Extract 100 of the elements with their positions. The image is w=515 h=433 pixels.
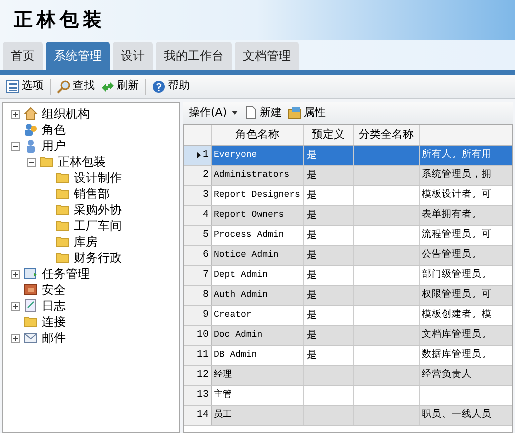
window-icon bbox=[24, 267, 38, 281]
expand-toggle[interactable] bbox=[11, 302, 20, 310]
table-cell: Report Owners bbox=[212, 206, 304, 225]
tree-item[interactable]: 正林包装 bbox=[58, 156, 106, 168]
table-row[interactable]: 14 员工 职员、一线人员 bbox=[184, 406, 512, 426]
table-row[interactable]: 6 Notice Admin 是 公告管理员。 bbox=[184, 246, 512, 266]
toolbar-button[interactable]: 选项 bbox=[6, 78, 44, 95]
tree-item[interactable]: 设计制作 bbox=[74, 172, 122, 184]
table-cell-text: 经营负责人 bbox=[422, 368, 472, 382]
tab[interactable]: 首页 bbox=[3, 42, 43, 70]
table-cell: Administrators bbox=[212, 166, 304, 185]
row-number: 3 bbox=[184, 186, 212, 205]
folder-icon bbox=[56, 187, 70, 201]
table-cell: Notice Admin bbox=[212, 246, 304, 265]
tree-item[interactable]: 采购外协 bbox=[74, 204, 122, 216]
table-row[interactable]: 11 DB Admin 是 数据库管理员。 bbox=[184, 346, 512, 366]
folder-icon bbox=[56, 219, 70, 233]
table-cell-text: 是 bbox=[307, 209, 317, 223]
table-cell: Doc Admin bbox=[212, 326, 304, 345]
table-row[interactable]: 3 Report Designers 是 模板设计者。可 bbox=[184, 186, 512, 206]
row-number: 2 bbox=[184, 166, 212, 185]
table-cell-text: 文档库管理员。 bbox=[422, 328, 492, 342]
tree-item[interactable]: 安全 bbox=[42, 284, 66, 296]
table-row[interactable]: 12 经理 经营负责人 bbox=[184, 366, 512, 386]
row-number: 4 bbox=[184, 206, 212, 225]
tab[interactable]: 系统管理 bbox=[46, 42, 110, 70]
toolbar-button[interactable]: 查找 bbox=[57, 78, 95, 95]
table-cell: Report Designers bbox=[212, 186, 304, 205]
tree-item[interactable]: 库房 bbox=[74, 236, 98, 248]
expand-toggle[interactable] bbox=[11, 334, 20, 342]
row-number: 14 bbox=[184, 406, 212, 425]
row-number: 9 bbox=[184, 306, 212, 325]
table-row[interactable]: 13 主管 bbox=[184, 386, 512, 406]
tree-item[interactable]: 角色 bbox=[42, 124, 66, 136]
table-cell-text: 是 bbox=[307, 349, 317, 363]
table-cell-text: 模板创建者。模 bbox=[422, 308, 492, 322]
row-number: 13 bbox=[184, 386, 212, 405]
row-number: 10 bbox=[184, 326, 212, 345]
column-header[interactable]: 分类全名称 bbox=[354, 125, 420, 145]
table-cell-text: 系统管理员，拥 bbox=[422, 168, 492, 182]
tree-item[interactable]: 财务行政 bbox=[74, 252, 122, 264]
help-icon bbox=[152, 80, 166, 94]
table-row[interactable]: 1 Everyone 是 所有人。所有用 bbox=[184, 146, 512, 166]
table-cell-text: 是 bbox=[307, 229, 317, 243]
tab[interactable]: 设计 bbox=[113, 42, 153, 70]
table-row[interactable]: 2 Administrators 是 系统管理员，拥 bbox=[184, 166, 512, 186]
document-icon bbox=[244, 106, 258, 120]
collapse-toggle[interactable] bbox=[11, 142, 20, 150]
folder-icon bbox=[56, 203, 70, 217]
row-number: 12 bbox=[184, 366, 212, 385]
table-cell-text: 是 bbox=[307, 249, 317, 263]
table-row[interactable]: 8 Auth Admin 是 权限管理员。可 bbox=[184, 286, 512, 306]
tree-item[interactable]: 用户 bbox=[42, 140, 66, 152]
table-cell-text: 流程管理员。可 bbox=[422, 228, 492, 242]
tab[interactable]: 文档管理 bbox=[235, 42, 299, 70]
tree-item[interactable]: 连接 bbox=[42, 316, 66, 328]
tree-item[interactable]: 任务管理 bbox=[42, 268, 90, 280]
folder-icon bbox=[56, 235, 70, 249]
table-cell: Auth Admin bbox=[212, 286, 304, 305]
column-header[interactable]: 角色名称 bbox=[212, 125, 304, 145]
toolbar-button[interactable]: 属性 bbox=[288, 104, 326, 122]
tree-item[interactable]: 工厂车间 bbox=[74, 220, 122, 232]
table-row[interactable]: 7 Dept Admin 是 部门级管理员。 bbox=[184, 266, 512, 286]
toolbar-button[interactable]: 操作(A) bbox=[189, 104, 238, 122]
row-pointer-icon bbox=[196, 152, 201, 159]
row-number: 5 bbox=[184, 226, 212, 245]
folder-icon bbox=[24, 315, 38, 329]
column-header[interactable]: 预定义 bbox=[304, 125, 354, 145]
tree-item[interactable]: 组织机构 bbox=[42, 108, 90, 120]
row-number: 11 bbox=[184, 346, 212, 365]
tree-item[interactable]: 销售部 bbox=[74, 188, 110, 200]
notepad-icon bbox=[24, 299, 38, 313]
toolbar-button[interactable]: 新建 bbox=[244, 104, 282, 122]
table-cell: Creator bbox=[212, 306, 304, 325]
table-cell: 经理 bbox=[212, 366, 304, 385]
expand-toggle[interactable] bbox=[11, 110, 20, 118]
tree-item[interactable]: 日志 bbox=[42, 300, 66, 312]
table-row[interactable]: 4 Report Owners 是 表单拥有者。 bbox=[184, 206, 512, 226]
table-cell-text: 是 bbox=[307, 149, 317, 163]
tree-item[interactable]: 邮件 bbox=[42, 332, 66, 344]
toolbar-button[interactable]: 刷新 bbox=[101, 78, 139, 95]
user-icon bbox=[24, 139, 38, 153]
refresh-icon bbox=[101, 80, 115, 94]
table-row[interactable]: 9 Creator 是 模板创建者。模 bbox=[184, 306, 512, 326]
row-number: 6 bbox=[184, 246, 212, 265]
table-cell: Dept Admin bbox=[212, 266, 304, 285]
table-row[interactable]: 5 Process Admin 是 流程管理员。可 bbox=[184, 226, 512, 246]
table-cell: 主管 bbox=[212, 386, 304, 405]
table-cell-text: 表单拥有者。 bbox=[422, 208, 482, 222]
caret-icon bbox=[232, 111, 238, 115]
table-cell-text: 部门级管理员。 bbox=[422, 268, 492, 282]
people-icon bbox=[24, 123, 38, 137]
collapse-toggle[interactable] bbox=[27, 158, 36, 166]
table-row[interactable]: 10 Doc Admin 是 文档库管理员。 bbox=[184, 326, 512, 346]
table-cell-text: 是 bbox=[307, 289, 317, 303]
tab[interactable]: 我的工作台 bbox=[156, 42, 232, 70]
table-cell-text: 是 bbox=[307, 269, 317, 283]
expand-toggle[interactable] bbox=[11, 270, 20, 278]
toolbar-button[interactable]: 帮助 bbox=[152, 78, 190, 95]
table-cell-text: 模板设计者。可 bbox=[422, 188, 492, 202]
